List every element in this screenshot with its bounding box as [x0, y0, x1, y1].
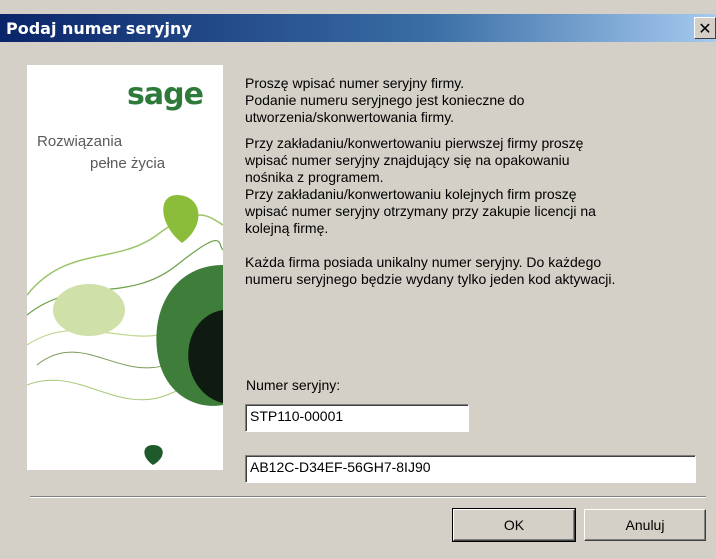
instructions: Proszę wpisać numer seryjny firmy. Podan… — [245, 75, 705, 297]
activation-code-input[interactable]: AB12C-D34EF-56GH7-8IJ90 — [245, 455, 696, 483]
banner-artwork — [27, 195, 223, 465]
serial-number-label: Numer seryjny: — [246, 377, 341, 393]
tagline-line1: Rozwiązania — [37, 133, 123, 150]
sage-banner-image: sage Rozwiązania pełne życia — [27, 65, 223, 470]
serial-number-input[interactable]: STP110-00001 — [245, 404, 469, 432]
title-bar[interactable]: Podaj numer seryjny ✕ — [0, 14, 716, 42]
ok-button[interactable]: OK — [452, 508, 576, 542]
tagline-line2: pełne życia — [90, 155, 166, 172]
dialog-title: Podaj numer seryjny — [6, 18, 192, 38]
instruction-paragraph-1: Proszę wpisać numer seryjny firmy. Podan… — [245, 75, 525, 125]
separator-line — [30, 496, 706, 498]
serial-number-dialog: Podaj numer seryjny ✕ sage Rozwiązania p… — [0, 0, 716, 559]
cancel-button[interactable]: Anuluj — [584, 509, 706, 541]
instruction-paragraph-2: Przy zakładaniu/konwertowaniu pierwszej … — [245, 135, 596, 236]
close-button[interactable]: ✕ — [694, 17, 716, 39]
instruction-paragraph-3: Każda firma posiada unikalny numer seryj… — [245, 254, 616, 287]
sage-logo: sage — [127, 77, 204, 112]
close-icon: ✕ — [698, 18, 712, 38]
